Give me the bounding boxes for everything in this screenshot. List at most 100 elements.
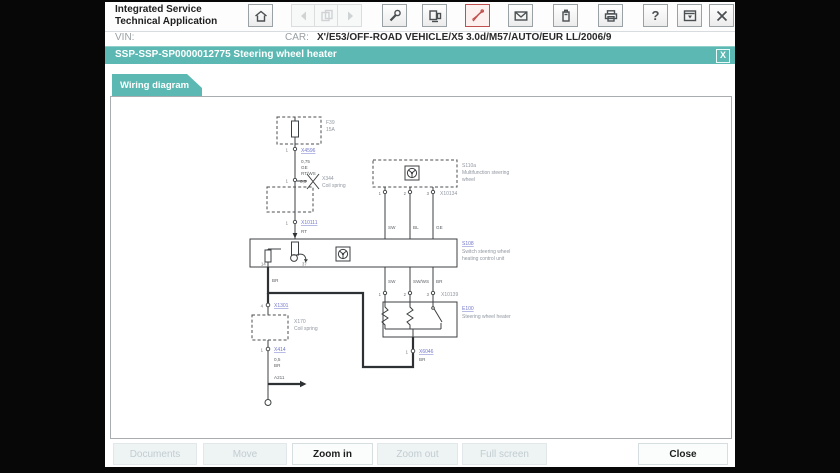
wire-label: 0,75 xyxy=(301,159,310,164)
heater-desc: Steering wheel heater xyxy=(462,314,511,320)
mfsw-desc: wheel xyxy=(462,177,475,183)
pin-number: 1 xyxy=(286,179,289,184)
pin-number: 1 xyxy=(406,350,409,355)
top-toolbar: Integrated Service Technical Application xyxy=(105,2,735,32)
wire-color: BR xyxy=(419,357,426,362)
vin-label: VIN: xyxy=(115,32,134,43)
minimize-window-button[interactable] xyxy=(677,4,702,27)
splice-name: X344 xyxy=(322,176,334,182)
vehicle-info-row: VIN: CAR: X'/E53/OFF-ROAD VEHICLE/X5 3.0… xyxy=(105,32,735,46)
splice-desc: Coil spring xyxy=(322,183,346,189)
zoom-in-button-label: Zoom in xyxy=(313,449,352,460)
mfsw-box xyxy=(373,160,457,187)
lower-box-label: X170 xyxy=(294,319,306,325)
connector-link[interactable]: X6046 xyxy=(419,349,434,355)
control-module-box xyxy=(250,239,457,267)
pin-number: 3 xyxy=(427,292,430,297)
battery-icon xyxy=(558,8,574,24)
pin-number: 2 xyxy=(404,191,407,196)
close-button-label: Close xyxy=(669,449,696,460)
close-x-icon xyxy=(714,8,730,24)
app-window: Integrated Service Technical Application xyxy=(105,2,735,467)
document-close-button[interactable]: X xyxy=(716,49,730,63)
pin-number: 14 xyxy=(261,262,266,267)
wiring-diagram-panel[interactable]: F39 15A 1 X4596 0,75 GE RT/WS 1 0,5 X344… xyxy=(110,96,732,439)
pin-number: 3 xyxy=(427,191,430,196)
switch-symbol xyxy=(433,302,442,329)
pin-number: 1 xyxy=(286,221,289,226)
connector-housing-box xyxy=(267,187,313,212)
ground-symbol xyxy=(265,400,271,406)
heater-name[interactable]: E100 xyxy=(462,306,474,312)
documents-button-label: Documents xyxy=(130,449,181,460)
help-button[interactable]: ? xyxy=(643,4,668,27)
back-button xyxy=(291,4,316,27)
wire-color: SW xyxy=(388,279,396,284)
terminal-device-icon xyxy=(427,8,443,24)
connector-link[interactable]: X4596 xyxy=(301,148,316,154)
app-title-line1: Integrated Service xyxy=(115,4,217,16)
home-icon xyxy=(253,8,269,24)
forward-arrow-icon xyxy=(342,8,358,24)
history-button xyxy=(314,4,339,27)
measuring-probes-icon xyxy=(470,8,486,24)
connector-link[interactable]: X10111 xyxy=(301,220,318,226)
close-button[interactable]: Close xyxy=(638,443,728,465)
pin-number: 2 xyxy=(404,292,407,297)
wire-color: BL xyxy=(413,225,419,230)
steering-wheel-icon xyxy=(336,247,350,261)
connector-link[interactable]: X1301 xyxy=(274,303,289,309)
zoom-out-button-label: Zoom out xyxy=(396,449,438,460)
wire-arrowhead xyxy=(293,233,298,239)
connector-link[interactable]: X414 xyxy=(274,347,286,353)
battery-button[interactable] xyxy=(553,4,578,27)
mail-envelope-icon xyxy=(513,8,529,24)
app-title: Integrated Service Technical Application xyxy=(115,4,217,28)
relay-symbol xyxy=(291,255,298,262)
lower-connector-box xyxy=(252,315,288,340)
documents-button: Documents xyxy=(113,443,197,465)
zoom-out-button: Zoom out xyxy=(377,443,458,465)
lower-box-label: Coil spring xyxy=(294,326,318,332)
move-button-label: Move xyxy=(233,449,257,460)
wire-label: BR xyxy=(274,363,281,368)
pin-number: 37 xyxy=(302,262,307,267)
pin-number: 1 xyxy=(379,191,382,196)
module-name[interactable]: S108 xyxy=(462,241,474,247)
direction-arrow xyxy=(300,381,307,387)
tab-wiring-diagram[interactable]: Wiring diagram xyxy=(112,74,202,96)
car-label: CAR: xyxy=(285,32,309,43)
full-screen-button-label: Full screen xyxy=(480,449,529,460)
module-desc: Switch steering wheel xyxy=(462,249,510,255)
wire-color: GE xyxy=(436,225,443,230)
question-mark-icon: ? xyxy=(652,8,660,23)
back-arrow-icon xyxy=(296,8,312,24)
workshop-terminal-button[interactable] xyxy=(422,4,447,27)
minimize-window-icon xyxy=(682,8,698,24)
document-title: SSP-SSP-SP0000012775 Steering wheel heat… xyxy=(115,49,337,60)
measurement-button[interactable] xyxy=(465,4,490,27)
close-app-button[interactable] xyxy=(709,4,734,27)
history-pages-icon xyxy=(319,8,335,24)
wrench-icon xyxy=(387,8,403,24)
wire-color: BR xyxy=(272,278,279,283)
screen: Integrated Service Technical Application xyxy=(0,0,840,473)
zoom-in-button[interactable]: Zoom in xyxy=(292,443,373,465)
wire-color: BR xyxy=(436,279,443,284)
app-title-line2: Technical Application xyxy=(115,16,217,28)
forward-button xyxy=(337,4,362,27)
service-functions-button[interactable] xyxy=(382,4,407,27)
fuse-rating: 15A xyxy=(326,127,336,133)
wire-label: GE xyxy=(301,165,308,170)
heating-element-symbol xyxy=(407,302,413,329)
pin-number: 1 xyxy=(379,292,382,297)
home-button[interactable] xyxy=(248,4,273,27)
wiring-diagram: F39 15A 1 X4596 0,75 GE RT/WS 1 0,5 X344… xyxy=(111,97,731,438)
connector-label: X10134 xyxy=(440,191,457,197)
document-header: SSP-SSP-SP0000012775 Steering wheel heat… xyxy=(105,46,735,64)
pin-number: 1 xyxy=(261,348,264,353)
mfsw-desc: Multifunction steering xyxy=(462,170,509,176)
print-button[interactable] xyxy=(598,4,623,27)
fuse-name: F39 xyxy=(326,120,335,126)
mail-button[interactable] xyxy=(508,4,533,27)
